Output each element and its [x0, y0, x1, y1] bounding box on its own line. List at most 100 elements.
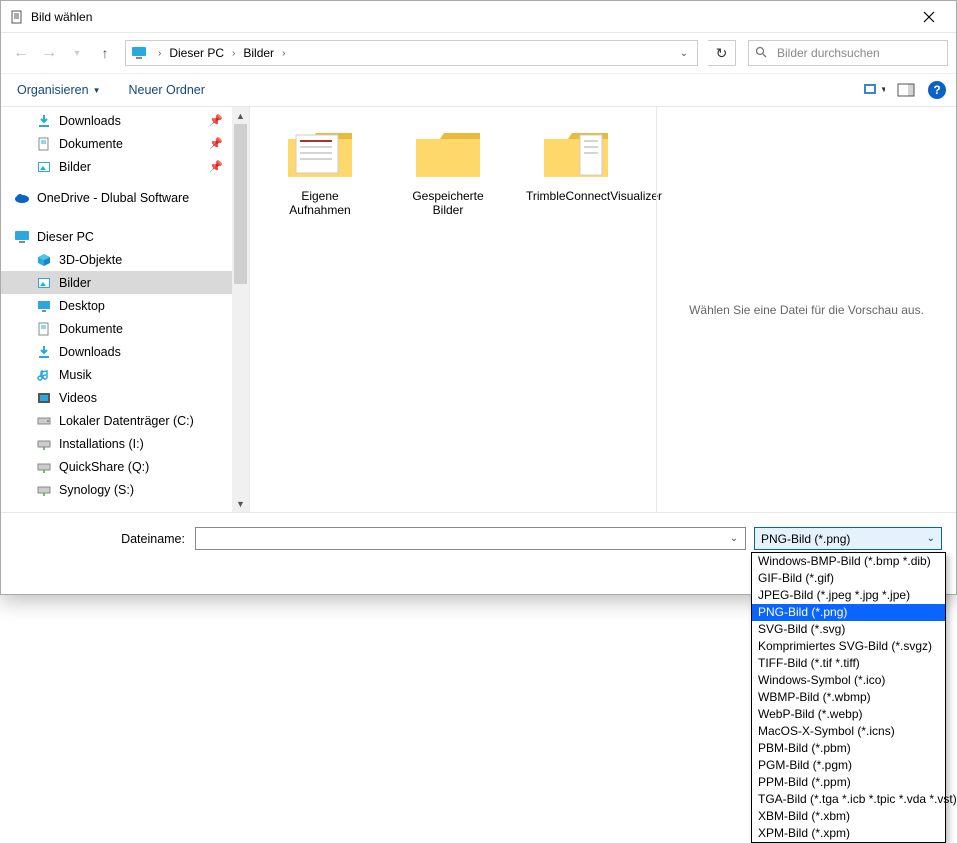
folder-icon: [412, 125, 484, 183]
filter-option[interactable]: Windows-BMP-Bild (*.bmp *.dib): [752, 553, 945, 570]
folder-item[interactable]: Gespeicherte Bilder: [398, 125, 498, 217]
download-icon: [35, 112, 53, 130]
drive-icon: [35, 412, 53, 430]
nav-tree: Downloads📌 Dokumente📌 Bilder📌 OneDrive -…: [1, 107, 250, 512]
organize-button[interactable]: Organisieren▼: [11, 79, 107, 101]
tree-item-videos[interactable]: Videos: [1, 386, 249, 409]
filetype-dropdown[interactable]: Windows-BMP-Bild (*.bmp *.dib)GIF-Bild (…: [751, 552, 946, 843]
tree-item-downloads[interactable]: Downloads📌: [1, 109, 249, 132]
filter-option[interactable]: Windows-Symbol (*.ico): [752, 672, 945, 689]
filter-option[interactable]: PGM-Bild (*.pgm): [752, 757, 945, 774]
picture-icon: [35, 158, 53, 176]
pin-icon: 📌: [209, 160, 223, 173]
file-open-dialog: Bild wählen ← → ▾ ↑ › Dieser PC › Bilder…: [0, 0, 957, 595]
network-drive-icon: [35, 481, 53, 499]
document-icon: [35, 135, 53, 153]
folder-label: Eigene Aufnahmen: [270, 189, 370, 217]
content-area: Eigene Aufnahmen Gespeicherte Bilder Tri…: [250, 107, 956, 512]
tree-scrollbar[interactable]: ▲ ▼: [232, 107, 249, 512]
recent-locations-button[interactable]: ▾: [65, 41, 89, 65]
help-button[interactable]: ?: [928, 81, 946, 99]
filename-label: Dateiname:: [15, 532, 195, 546]
folder-item[interactable]: TrimbleConnectVisualizer: [526, 125, 626, 203]
tree-item-thispc[interactable]: Dieser PC: [1, 225, 249, 248]
filter-option[interactable]: TGA-Bild (*.tga *.icb *.tpic *.vda *.vst…: [752, 791, 945, 808]
video-icon: [35, 389, 53, 407]
folder-icon: [540, 125, 612, 183]
document-icon: [9, 9, 25, 25]
address-bar[interactable]: › Dieser PC › Bilder › ⌄: [125, 40, 698, 66]
tree-item-3dobjects[interactable]: 3D-Objekte: [1, 248, 249, 271]
tree-item-desktop[interactable]: Desktop: [1, 294, 249, 317]
breadcrumb-root[interactable]: Dieser PC: [167, 46, 226, 60]
filter-option[interactable]: PPM-Bild (*.ppm): [752, 774, 945, 791]
preview-pane: Wählen Sie eine Datei für die Vorschau a…: [656, 107, 956, 512]
tree-item-music[interactable]: Musik: [1, 363, 249, 386]
dialog-body: Downloads📌 Dokumente📌 Bilder📌 OneDrive -…: [1, 107, 956, 512]
tree-item-drive-c[interactable]: Lokaler Datenträger (C:): [1, 409, 249, 432]
nav-row: ← → ▾ ↑ › Dieser PC › Bilder › ⌄ ↻ Bilde…: [1, 33, 956, 73]
filter-option[interactable]: JPEG-Bild (*.jpeg *.jpg *.jpe): [752, 587, 945, 604]
filter-selected-label: PNG-Bild (*.png): [761, 532, 850, 546]
scroll-down-button[interactable]: ▼: [232, 495, 249, 512]
refresh-button[interactable]: ↻: [708, 40, 736, 66]
close-button[interactable]: [906, 1, 952, 33]
filter-option[interactable]: Komprimiertes SVG-Bild (*.svgz): [752, 638, 945, 655]
pin-icon: 📌: [209, 137, 223, 150]
search-placeholder: Bilder durchsuchen: [777, 46, 880, 60]
pc-icon: [13, 228, 31, 246]
filter-option[interactable]: WebP-Bild (*.webp): [752, 706, 945, 723]
filter-option[interactable]: TIFF-Bild (*.tif *.tiff): [752, 655, 945, 672]
chevron-down-icon: ⌄: [927, 533, 935, 544]
network-drive-icon: [35, 435, 53, 453]
new-folder-button[interactable]: Neuer Ordner: [129, 83, 205, 97]
file-list[interactable]: Eigene Aufnahmen Gespeicherte Bilder Tri…: [250, 107, 656, 512]
tree-item-documents[interactable]: Dokumente📌: [1, 132, 249, 155]
search-input[interactable]: Bilder durchsuchen: [748, 40, 948, 66]
filter-option[interactable]: MacOS-X-Symbol (*.icns): [752, 723, 945, 740]
tree-item-drive-i[interactable]: Installations (I:): [1, 432, 249, 455]
preview-message: Wählen Sie eine Datei für die Vorschau a…: [689, 303, 924, 317]
filename-input[interactable]: ⌄: [195, 527, 746, 550]
filter-option[interactable]: XPM-Bild (*.xpm): [752, 825, 945, 842]
folder-label: TrimbleConnectVisualizer: [526, 189, 626, 203]
back-button[interactable]: ←: [9, 41, 33, 65]
cloud-icon: [13, 189, 31, 207]
filter-option[interactable]: PNG-Bild (*.png): [752, 604, 945, 621]
chevron-right-icon: ›: [152, 48, 167, 59]
up-button[interactable]: ↑: [93, 41, 117, 65]
tree-item-pictures[interactable]: Bilder📌: [1, 155, 249, 178]
picture-icon: [35, 274, 53, 292]
search-icon: [755, 46, 771, 61]
tree-item-pictures-selected[interactable]: Bilder: [1, 271, 249, 294]
tree-item-documents[interactable]: Dokumente: [1, 317, 249, 340]
download-icon: [35, 343, 53, 361]
filter-option[interactable]: XBM-Bild (*.xbm): [752, 808, 945, 825]
filetype-filter[interactable]: PNG-Bild (*.png) ⌄: [754, 527, 942, 550]
scroll-thumb[interactable]: [234, 124, 247, 284]
chevron-right-icon: ›: [226, 48, 241, 59]
preview-pane-button[interactable]: [892, 79, 920, 101]
desktop-icon: [35, 297, 53, 315]
tree-item-drive-q[interactable]: QuickShare (Q:): [1, 455, 249, 478]
filter-option[interactable]: SVG-Bild (*.svg): [752, 621, 945, 638]
toolbar: Organisieren▼ Neuer Ordner ▼ ?: [1, 73, 956, 107]
titlebar: Bild wählen: [1, 1, 956, 33]
tree-item-downloads[interactable]: Downloads: [1, 340, 249, 363]
breadcrumb-folder[interactable]: Bilder: [241, 46, 276, 60]
pin-icon: 📌: [209, 114, 223, 127]
filter-option[interactable]: GIF-Bild (*.gif): [752, 570, 945, 587]
address-dropdown-button[interactable]: ⌄: [675, 48, 693, 59]
scroll-up-button[interactable]: ▲: [232, 107, 249, 124]
tree-item-onedrive[interactable]: OneDrive - Dlubal Software: [1, 186, 249, 209]
filter-option[interactable]: PBM-Bild (*.pbm): [752, 740, 945, 757]
filter-option[interactable]: WBMP-Bild (*.wbmp): [752, 689, 945, 706]
folder-label: Gespeicherte Bilder: [398, 189, 498, 217]
view-mode-button[interactable]: ▼: [860, 79, 888, 101]
forward-button[interactable]: →: [37, 41, 61, 65]
chevron-right-icon: ›: [276, 48, 291, 59]
document-icon: [35, 320, 53, 338]
tree-item-drive-s[interactable]: Synology (S:): [1, 478, 249, 501]
folder-item[interactable]: Eigene Aufnahmen: [270, 125, 370, 217]
chevron-down-icon[interactable]: ⌄: [723, 533, 745, 544]
